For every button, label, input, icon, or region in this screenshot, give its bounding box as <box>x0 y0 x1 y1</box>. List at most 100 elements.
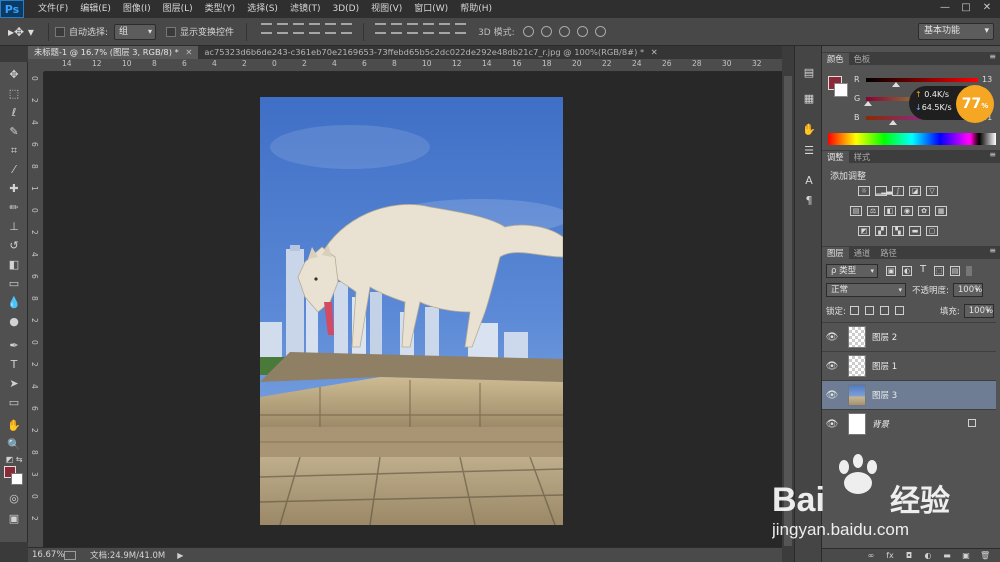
properties-panel-icon[interactable]: ▦ <box>802 92 816 105</box>
layer-name[interactable]: 图层 2 <box>872 331 897 343</box>
align-vcenter-icon[interactable] <box>277 22 289 34</box>
tool-presets-icon[interactable]: ✋ <box>802 123 816 136</box>
move-tool-preset-icon[interactable]: ▸✥ ▾ <box>8 22 42 42</box>
tab-swatches[interactable]: 色板 <box>849 53 876 65</box>
color-lookup-icon[interactable]: ▦ <box>935 206 947 216</box>
blue-slider-knob[interactable] <box>888 120 897 125</box>
move-tool-icon[interactable]: ✥ <box>4 66 24 84</box>
levels-icon[interactable]: ▁▂▃ <box>875 186 892 196</box>
shape-filter-icon[interactable]: ⬚ <box>934 265 944 276</box>
menu-help[interactable]: 帮助(H) <box>454 0 498 18</box>
align-left-icon[interactable] <box>309 22 321 34</box>
show-transform-checkbox[interactable] <box>166 26 177 37</box>
history-panel-icon[interactable]: ▤ <box>802 66 816 79</box>
type-tool-icon[interactable]: T <box>4 356 24 374</box>
tab-layers[interactable]: 图层 <box>822 247 849 259</box>
paragraph-panel-icon[interactable]: ¶ <box>802 194 816 207</box>
channel-mixer-icon[interactable]: ✿ <box>918 206 930 216</box>
layer-name[interactable]: 图层 3 <box>872 389 897 401</box>
auto-select-checkbox[interactable] <box>55 26 65 37</box>
rectangle-tool-icon[interactable]: ▭ <box>4 394 24 412</box>
menu-3d[interactable]: 3D(D) <box>326 0 365 18</box>
blend-mode-dropdown[interactable]: 正常 <box>826 282 906 297</box>
distribute-bottom-icon[interactable] <box>407 22 419 34</box>
tab-channels[interactable]: 通道 <box>849 247 876 259</box>
adjustment-filter-icon[interactable]: ◐ <box>902 265 912 276</box>
align-bottom-icon[interactable] <box>293 22 305 34</box>
new-group-icon[interactable]: ▬ <box>942 551 952 560</box>
align-hcenter-icon[interactable] <box>325 22 337 34</box>
brush-tool-icon[interactable]: ✏ <box>4 199 24 217</box>
3d-rotate-icon[interactable] <box>522 26 534 37</box>
3d-roll-icon[interactable] <box>540 26 552 37</box>
type-filter-icon[interactable]: T <box>918 264 928 276</box>
quick-select-tool-icon[interactable]: ✎ <box>4 123 24 141</box>
dodge-tool-icon[interactable]: ● <box>4 313 24 331</box>
tab-styles[interactable]: 样式 <box>849 151 876 163</box>
new-layer-icon[interactable]: ▣ <box>961 551 971 560</box>
smart-object-filter-icon[interactable]: ▤ <box>950 265 960 276</box>
brightness-contrast-icon[interactable]: ☼ <box>858 186 870 196</box>
panel-menu-icon[interactable]: ≡ <box>989 246 996 255</box>
menu-type[interactable]: 类型(Y) <box>199 0 242 18</box>
add-mask-icon[interactable]: ◘ <box>904 551 914 560</box>
black-white-icon[interactable]: ◧ <box>884 206 896 216</box>
menu-view[interactable]: 视图(V) <box>365 0 408 18</box>
zoom-level[interactable]: 16.67% <box>28 550 64 560</box>
distribute-top-icon[interactable] <box>375 22 387 34</box>
vertical-scrollbar[interactable] <box>782 46 794 562</box>
eyedropper-tool-icon[interactable]: ⁄ <box>4 161 24 179</box>
canvas-area[interactable] <box>44 72 782 547</box>
tab-wolf-jpg[interactable]: ac75323d6b6de243-c361eb70e2169653-73ffeb… <box>198 46 663 59</box>
distribute-left-icon[interactable] <box>423 22 435 34</box>
distribute-hcenter-icon[interactable] <box>439 22 451 34</box>
red-slider[interactable] <box>866 78 978 82</box>
eraser-tool-icon[interactable]: ◧ <box>4 256 24 274</box>
green-slider-knob[interactable] <box>864 101 873 106</box>
tab-close-icon[interactable]: ✕ <box>651 47 658 57</box>
layer-filter-kind-dropdown[interactable]: ρ 类型 <box>826 263 878 278</box>
hand-tool-icon[interactable]: ✋ <box>4 417 24 435</box>
tab-close-icon[interactable]: ✕ <box>185 47 192 57</box>
distribute-vcenter-icon[interactable] <box>391 22 403 34</box>
curves-icon[interactable]: ∫ <box>892 186 904 196</box>
panel-menu-icon[interactable]: ≡ <box>989 150 996 159</box>
lasso-tool-icon[interactable]: ℓ <box>4 104 24 122</box>
scrollbar-thumb[interactable] <box>784 76 792 546</box>
align-right-icon[interactable] <box>341 22 353 34</box>
history-brush-tool-icon[interactable]: ↺ <box>4 237 24 255</box>
lock-transparent-icon[interactable] <box>849 306 859 315</box>
layer-style-icon[interactable]: fx <box>885 551 895 560</box>
document-canvas[interactable] <box>260 97 563 525</box>
opacity-field[interactable]: 100% <box>952 282 983 297</box>
exposure-icon[interactable]: ◪ <box>909 186 921 196</box>
brush-presets-icon[interactable]: ☰ <box>802 144 816 157</box>
maximize-button[interactable]: □ <box>957 1 975 15</box>
link-layers-icon[interactable]: ∞ <box>866 551 876 560</box>
network-speed-widget[interactable]: ↑ 0.4K/s ↓64.5K/s 77% <box>909 85 994 123</box>
workspace-dropdown[interactable]: 基本功能 <box>918 23 994 40</box>
vibrance-icon[interactable]: ▽ <box>926 186 938 196</box>
pixel-filter-icon[interactable]: ▣ <box>886 265 896 276</box>
red-slider-knob[interactable] <box>892 82 901 87</box>
new-adjustment-layer-icon[interactable]: ◐ <box>923 551 933 560</box>
3d-slide-icon[interactable] <box>576 26 588 37</box>
menu-edit[interactable]: 编辑(E) <box>74 0 117 18</box>
visibility-eye-icon[interactable]: 👁 <box>822 361 842 372</box>
tab-paths[interactable]: 路径 <box>875 247 902 259</box>
menu-select[interactable]: 选择(S) <box>241 0 284 18</box>
quick-mask-icon[interactable]: ◎ <box>4 490 24 508</box>
hue-saturation-icon[interactable]: ▤ <box>850 206 862 216</box>
delete-layer-icon[interactable]: 🗑 <box>980 551 990 560</box>
3d-pan-icon[interactable] <box>558 26 570 37</box>
auto-select-dropdown[interactable]: 组 <box>114 23 157 40</box>
visibility-eye-icon[interactable]: 👁 <box>822 332 842 343</box>
menu-file[interactable]: 文件(F) <box>32 0 74 18</box>
healing-brush-tool-icon[interactable]: ✚ <box>4 180 24 198</box>
lock-image-icon[interactable] <box>864 306 874 315</box>
menu-image[interactable]: 图像(I) <box>117 0 157 18</box>
lock-position-icon[interactable] <box>879 306 889 315</box>
clone-stamp-tool-icon[interactable]: ⊥ <box>4 218 24 236</box>
path-select-tool-icon[interactable]: ➤ <box>4 375 24 393</box>
pen-tool-icon[interactable]: ✒ <box>4 337 24 355</box>
